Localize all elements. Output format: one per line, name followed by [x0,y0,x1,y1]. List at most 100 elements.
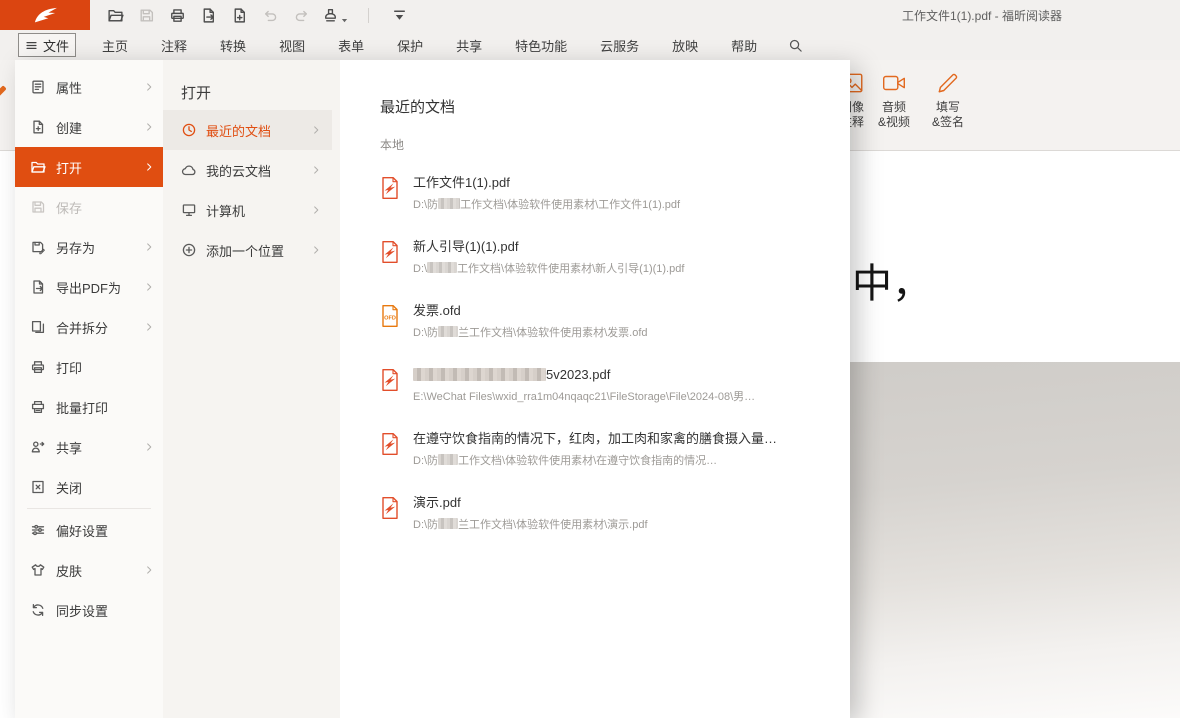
menu-tab-protect[interactable]: 保护 [397,36,423,55]
ribbon-label-line: &视频 [866,115,922,130]
file-menu-save: 保存 [15,187,163,227]
open-nav-item-label: 最近的文档 [206,121,301,140]
file-menu-item-label: 关闭 [56,478,155,497]
recent-file-item[interactable]: 演示.pdfD:\防兰工作文档\体验软件使用素材\演示.pdf [380,495,850,559]
text-part: 在遵守饮食指南的情况下，红肉，加工肉和家禽的膳食摄入量… [413,431,777,446]
file-menu-item-label: 打开 [56,158,133,177]
chevron-right-icon [143,121,155,133]
file-menu-export-pdf[interactable]: 导出PDF为 [15,267,163,307]
file-menu-properties[interactable]: 属性 [15,67,163,107]
file-meta: 工作文件1(1).pdf D:\防工作文档\体验软件使用素材\工作文件1(1).p… [413,175,680,212]
skin-icon [30,562,46,578]
file-meta: 在遵守饮食指南的情况下，红肉，加工肉和家禽的膳食摄入量…D:\防工作文档\体验软… [413,431,777,468]
file-menu-skin[interactable]: 皮肤 [15,550,163,590]
recent-file-item[interactable]: 工作文件1(1).pdf D:\防工作文档\体验软件使用素材\工作文件1(1).p… [380,175,850,239]
file-menu-save-as[interactable]: 另存为 [15,227,163,267]
search-button[interactable] [783,33,807,57]
text-part: D:\防 [413,455,438,467]
menu-separator [27,508,151,509]
pdf-file-icon [380,496,400,520]
file-menu-close[interactable]: 关闭 [15,467,163,507]
file-menu-item-label: 批量打印 [56,398,155,417]
file-menu-print[interactable]: 打印 [15,347,163,387]
open-nav-add-place[interactable]: 添加一个位置 [163,230,332,270]
file-meta: 新人引导(1)(1).pdf D:\工作文档\体验软件使用素材\新人引导(1)(1… [413,239,684,276]
ribbon-audio-video-button[interactable]: 音频&视频 [866,70,922,130]
file-menu-button-label: 文件 [43,36,69,55]
chevron-right-icon [310,124,322,136]
export-pdf-button[interactable] [195,3,221,27]
file-menu-panel: 属性创建打开保存另存为导出PDF为合并拆分打印批量打印共享关闭偏好设置皮肤同步设… [15,60,850,718]
export-pdf-icon [30,279,46,295]
file-menu-create[interactable]: 创建 [15,107,163,147]
open-nav-recent-docs[interactable]: 最近的文档 [163,110,332,150]
file-name: 工作文件1(1).pdf [413,175,680,191]
recent-file-item[interactable]: 5v2023.pdfE:\WeChat Files\wxid_rra1m04nq… [380,367,850,431]
stamp-tool-button[interactable] [319,3,351,27]
file-path: D:\工作文档\体验软件使用素材\新人引导(1)(1).pdf [413,260,684,276]
file-menu-combine-split[interactable]: 合并拆分 [15,307,163,347]
recent-file-list: 工作文件1(1).pdf D:\防工作文档\体验软件使用素材\工作文件1(1).p… [380,175,850,559]
open-nav-item-label: 计算机 [206,201,301,220]
menu-tab-comment[interactable]: 注释 [161,36,187,55]
print-button[interactable] [164,3,190,27]
recent-file-item[interactable]: 在遵守饮食指南的情况下，红肉，加工肉和家禽的膳食摄入量…D:\防工作文档\体验软… [380,431,850,495]
menu-tab-form[interactable]: 表单 [338,36,364,55]
chevron-right-icon [143,564,155,576]
undo-button [257,3,283,27]
file-menu-list: 属性创建打开保存另存为导出PDF为合并拆分打印批量打印共享关闭偏好设置皮肤同步设… [15,60,163,718]
open-file-button[interactable] [102,3,128,27]
preferences-icon [30,522,46,538]
file-name: 5v2023.pdf [413,367,755,383]
file-name: 在遵守饮食指南的情况下，红肉，加工肉和家禽的膳食摄入量… [413,431,777,447]
create-pdf-icon [231,7,248,24]
text-part: 工作文件1(1).pdf [413,175,510,190]
close-icon [30,479,46,495]
file-menu-item-label: 合并拆分 [56,318,133,337]
ribbon-label-line: 音频 [866,100,922,115]
sync-settings-icon [30,602,46,618]
file-menu-item-label: 打印 [56,358,155,377]
open-nav-cloud-docs[interactable]: 我的云文档 [163,150,332,190]
undo-icon [262,7,279,24]
menu-tabs: 主页 注释 转换 视图 表单 保护 共享 特色功能 云服务 放映 帮助 [102,36,757,55]
file-menu-batch-print[interactable]: 批量打印 [15,387,163,427]
menu-bar: 文件 主页 注释 转换 视图 表单 保护 共享 特色功能 云服务 放映 帮助 [0,30,1180,60]
toolbar-separator [368,8,369,23]
file-path: D:\防兰工作文档\体验软件使用素材\发票.ofd [413,324,648,340]
customize-toolbar-button[interactable] [386,3,412,27]
chevron-right-icon [310,164,322,176]
menu-tab-home[interactable]: 主页 [102,36,128,55]
menu-tab-convert[interactable]: 转换 [220,36,246,55]
menu-tab-present[interactable]: 放映 [672,36,698,55]
create-pdf-button[interactable] [226,3,252,27]
recent-file-item[interactable]: OFD发票.ofdD:\防兰工作文档\体验软件使用素材\发票.ofd [380,303,850,367]
file-menu-share[interactable]: 共享 [15,427,163,467]
open-nav-computer[interactable]: 计算机 [163,190,332,230]
file-menu-preferences[interactable]: 偏好设置 [15,510,163,550]
redacted-blur [438,326,458,337]
menu-tab-help[interactable]: 帮助 [731,36,757,55]
recent-file-item[interactable]: 新人引导(1)(1).pdf D:\工作文档\体验软件使用素材\新人引导(1)(1… [380,239,850,303]
menu-tab-features[interactable]: 特色功能 [515,36,567,55]
file-menu-item-label: 皮肤 [56,561,133,580]
foxit-logo [0,0,90,30]
create-icon [30,119,46,135]
chevron-right-icon [143,81,155,93]
file-menu-button[interactable]: 文件 [18,33,76,57]
audio-video-icon [881,70,907,96]
menu-tab-view[interactable]: 视图 [279,36,305,55]
file-menu-open[interactable]: 打开 [15,147,163,187]
ribbon-fill-sign-button[interactable]: 填写&签名 [920,70,976,130]
file-name: 新人引导(1)(1).pdf [413,239,684,255]
partial-ribbon-tool-icon [0,84,8,102]
properties-icon [30,79,46,95]
menu-tab-cloud-service[interactable]: 云服务 [600,36,639,55]
file-menu-item-label: 共享 [56,438,133,457]
pdf-file-icon [380,368,400,392]
menu-tab-share[interactable]: 共享 [456,36,482,55]
cloud-docs-icon [181,162,197,178]
file-menu-sync-settings[interactable]: 同步设置 [15,590,163,630]
file-path: D:\防工作文档\体验软件使用素材\工作文件1(1).pdf [413,196,680,212]
search-icon [788,38,803,53]
